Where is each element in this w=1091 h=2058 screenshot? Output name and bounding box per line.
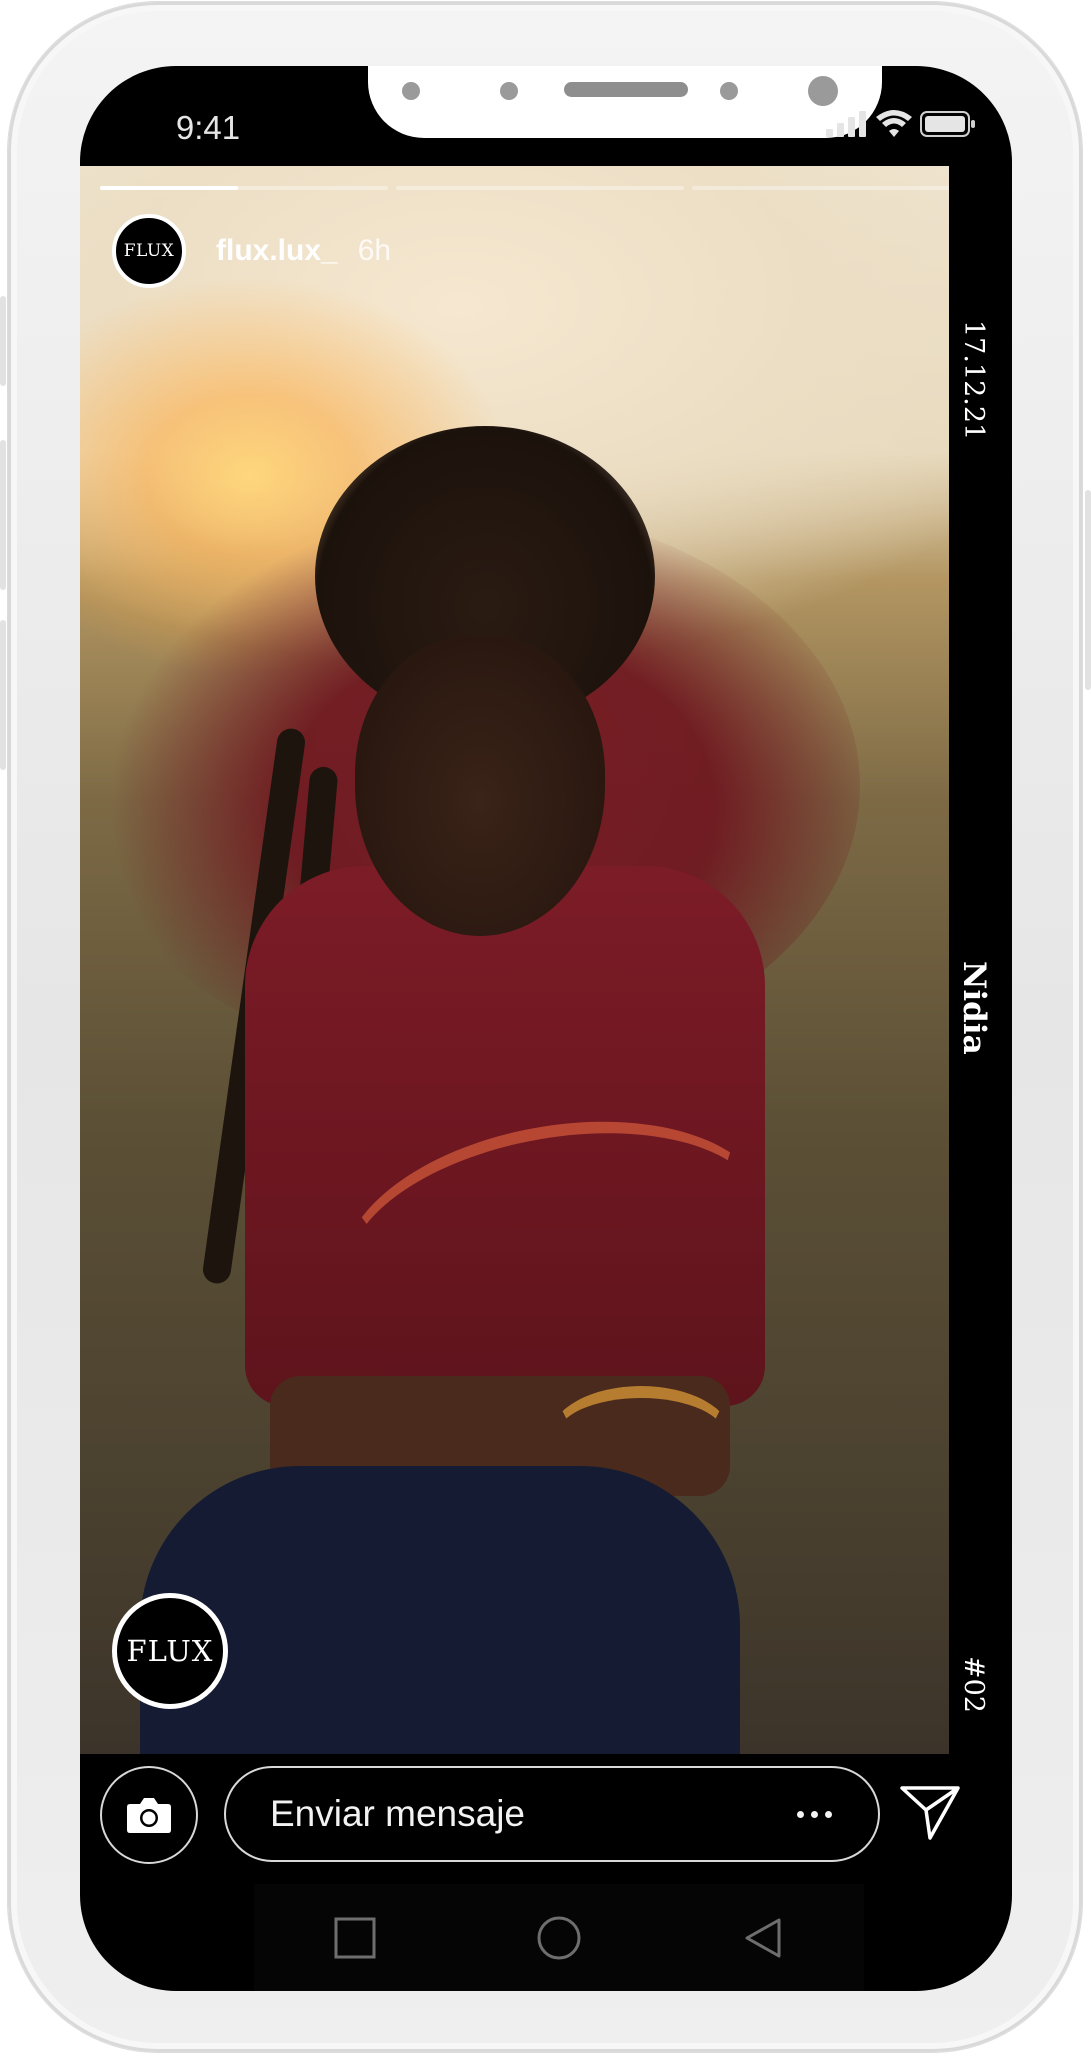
message-placeholder: Enviar mensaje	[270, 1793, 526, 1834]
sensor-dot	[500, 82, 518, 100]
photo-face	[355, 636, 605, 936]
earpiece-speaker	[564, 82, 688, 97]
story-date: 17.12.21	[958, 320, 989, 441]
story-progress-segment	[100, 186, 388, 190]
story-progress-segment	[692, 186, 949, 190]
avatar[interactable]: FLUX	[112, 214, 186, 288]
lens-flare	[550, 1386, 732, 1488]
photo-pants	[140, 1466, 740, 1754]
username[interactable]: flux.lux_	[216, 234, 338, 268]
square-recent-apps-icon[interactable]	[333, 1916, 377, 1960]
story-number: #02	[958, 1656, 989, 1713]
signal-bars-icon	[826, 111, 866, 137]
story-progress-fill	[100, 186, 239, 190]
battery-icon	[920, 111, 975, 137]
side-button	[0, 440, 6, 590]
navigation-bar	[254, 1884, 864, 1991]
story-timestamp: 6h	[357, 234, 392, 267]
circle-home-icon[interactable]	[535, 1914, 583, 1962]
camera-button[interactable]	[100, 1766, 198, 1864]
avatar-logo-text: FLUX	[123, 241, 175, 261]
volume-button	[0, 296, 6, 386]
paper-plane-icon	[900, 1786, 960, 1840]
sensor-dot	[720, 82, 738, 100]
front-camera	[808, 76, 838, 106]
more-dots-icon[interactable]	[797, 1810, 832, 1818]
story-progress-segment	[396, 186, 684, 190]
status-icons	[826, 104, 976, 144]
brand-logo-text: FLUX	[126, 1634, 214, 1668]
model-name: Nidia	[956, 961, 992, 1055]
sensor-dot	[402, 82, 420, 100]
message-input[interactable]: Enviar mensaje	[224, 1766, 880, 1862]
power-button	[1085, 490, 1091, 690]
phone-screen: FLUX flux.lux_ 6h FLUX 17.12.21 Nidia #0…	[80, 66, 1012, 1991]
status-time: 9:41	[175, 109, 241, 146]
send-button[interactable]	[898, 1782, 966, 1850]
notch	[368, 66, 882, 138]
story-header: FLUX flux.lux_ 6h	[112, 214, 391, 288]
triangle-back-icon[interactable]	[741, 1916, 785, 1960]
camera-icon	[127, 1798, 171, 1833]
brand-logo-badge: FLUX	[112, 1593, 228, 1709]
wifi-icon	[876, 110, 912, 137]
side-button-lower	[0, 620, 6, 770]
story-image[interactable]: FLUX flux.lux_ 6h FLUX	[80, 166, 949, 1754]
